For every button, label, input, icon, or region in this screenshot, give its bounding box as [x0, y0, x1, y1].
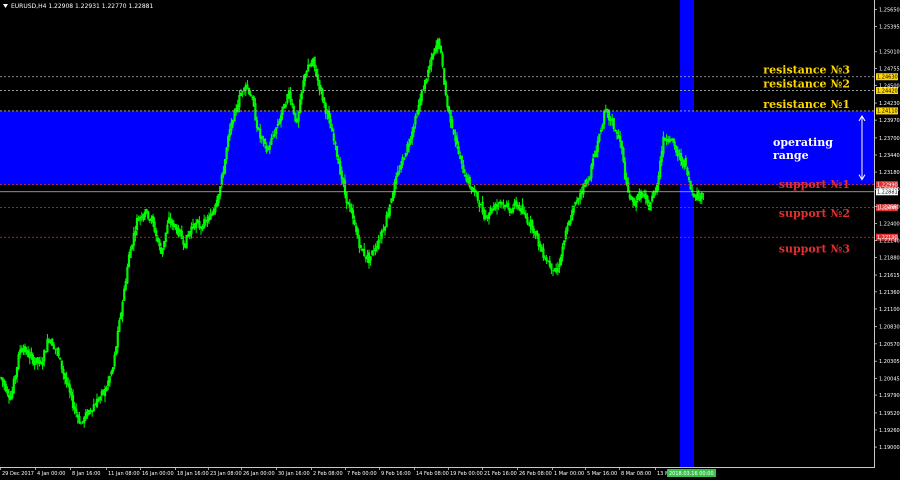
price-chart[interactable]: 1.246301.244201.241101.229901.226401.221…: [0, 0, 900, 480]
level-annotation-support: support №2: [779, 207, 850, 220]
price-tick-label: 1.19520: [879, 411, 900, 417]
price-tick-label: 1.23970: [879, 118, 900, 124]
time-tick-label: 21 Feb 16:00: [484, 471, 517, 477]
level-price-label: 1.24110: [877, 109, 898, 115]
price-tick-label: 1.20305: [879, 359, 900, 365]
time-tick-label: 11 Jan 08:00: [108, 471, 140, 477]
price-tick-label: 1.25395: [879, 24, 900, 30]
price-tick-label: 1.23440: [879, 153, 900, 159]
time-tick-label: 9 Feb 16:00: [381, 471, 411, 477]
price-tick-label: 1.19790: [879, 393, 900, 399]
price-tick-label: 1.21615: [879, 273, 900, 279]
time-tick-label: 19 Feb 00:00: [450, 471, 483, 477]
price-tick-label: 1.21880: [879, 256, 900, 262]
operating-range-label: operating: [773, 136, 833, 149]
time-tick-label: 26 Feb 08:00: [519, 471, 552, 477]
time-tick-label: 1 Mar 00:00: [554, 471, 584, 477]
time-highlight-zone: [680, 0, 694, 467]
price-tick-label: 1.19000: [879, 445, 900, 451]
level-annotation-resistance: resistance №3: [763, 64, 850, 77]
price-tick-label: 1.22660: [879, 204, 900, 210]
price-tick-label: 1.20830: [879, 325, 900, 331]
price-tick-label: 1.21100: [879, 307, 900, 313]
time-tick-label: 16 Jan 00:00: [142, 471, 174, 477]
highlight-time-label: 2018.03.16 00:00: [669, 471, 714, 477]
time-tick-label: 30 Jan 16:00: [278, 471, 310, 477]
price-tick-label: 1.23180: [879, 170, 900, 176]
level-annotation-support: support №1: [779, 178, 850, 191]
price-tick-label: 1.20570: [879, 342, 900, 348]
price-tick-label: 1.22920: [879, 187, 900, 193]
operating-range-zone: [0, 110, 874, 185]
level-annotation-support: support №3: [779, 243, 850, 256]
price-tick-label: 1.19260: [879, 428, 900, 434]
time-tick-label: 14 Feb 08:00: [416, 471, 449, 477]
time-tick-label: 29 Dec 2017: [2, 471, 34, 477]
price-tick-label: 1.25650: [879, 8, 900, 14]
price-tick-label: 1.21360: [879, 290, 900, 296]
level-price-label: 1.24630: [877, 75, 898, 81]
time-tick-label: 26 Jan 00:00: [243, 471, 275, 477]
level-annotation-resistance: resistance №1: [763, 98, 850, 111]
price-tick-label: 1.23700: [879, 136, 900, 142]
price-tick-label: 1.24230: [879, 101, 900, 107]
time-tick-label: 2 Feb 08:00: [313, 471, 343, 477]
price-tick-label: 1.25010: [879, 50, 900, 56]
price-tick-label: 1.22400: [879, 221, 900, 227]
price-tick-label: 1.20045: [879, 376, 900, 382]
level-annotation-resistance: resistance №2: [763, 78, 850, 91]
time-tick-label: 4 Jan 00:00: [37, 471, 65, 477]
time-tick-label: 8 Jan 16:00: [72, 471, 100, 477]
time-tick-label: 18 Jan 16:00: [177, 471, 209, 477]
price-tick-label: 1.24500: [879, 83, 900, 89]
chart-header-title: EURUSD,H4 1.22908 1.22931 1.22770 1.2288…: [11, 3, 153, 10]
time-tick-label: 23 Jan 08:00: [210, 471, 242, 477]
price-tick-label: 1.24755: [879, 67, 900, 73]
time-tick-label: 5 Mar 16:00: [587, 471, 617, 477]
operating-range-label: range: [773, 149, 809, 162]
time-tick-label: 7 Feb 00:00: [347, 471, 377, 477]
price-tick-label: 1.22140: [879, 239, 900, 245]
time-tick-label: 8 Mar 08:00: [621, 471, 651, 477]
